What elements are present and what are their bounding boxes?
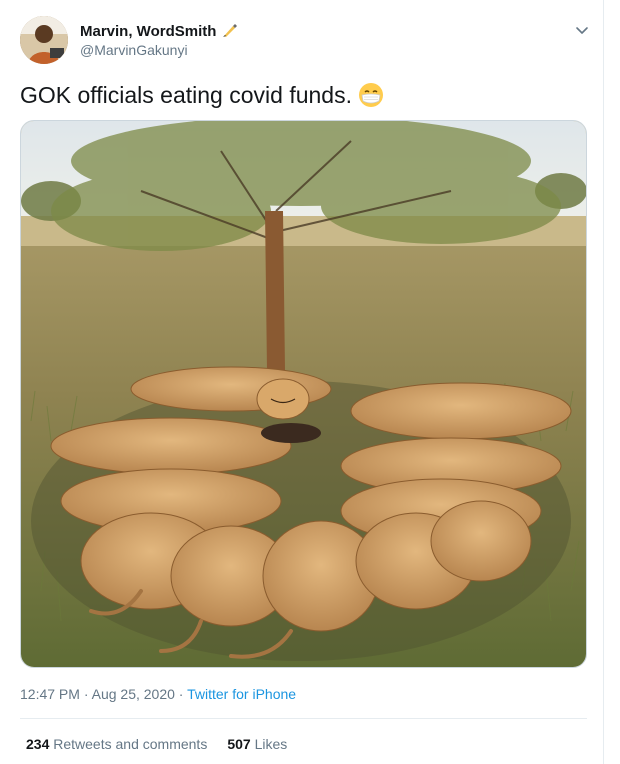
- tweet-photo[interactable]: [20, 120, 587, 668]
- writing-hand-icon: [222, 22, 238, 42]
- tweet-card: Marvin, WordSmith @MarvinGakunyi GOK off…: [0, 0, 604, 764]
- tweet-text-content: GOK officials eating covid funds.: [20, 82, 352, 108]
- tweet-meta: 12:47 PM · Aug 25, 2020 · Twitter for iP…: [20, 686, 296, 702]
- retweets-stat[interactable]: 234 Retweets and comments: [26, 736, 207, 752]
- meta-separator: ·: [174, 686, 188, 702]
- retweets-count: 234: [26, 736, 50, 752]
- tweet-source-link[interactable]: Twitter for iPhone: [187, 686, 296, 702]
- retweets-label: Retweets and comments: [53, 736, 208, 752]
- tweet-time[interactable]: 12:47 PM: [20, 686, 80, 702]
- display-name-text: Marvin, WordSmith: [80, 23, 217, 40]
- divider: [20, 718, 587, 719]
- display-name[interactable]: Marvin, WordSmith: [80, 22, 238, 42]
- chevron-down-icon[interactable]: [574, 22, 590, 38]
- likes-stat[interactable]: 507 Likes: [227, 736, 287, 752]
- tweet-text: GOK officials eating covid funds.: [20, 82, 384, 114]
- tweet-date[interactable]: Aug 25, 2020: [92, 686, 175, 702]
- tweet-stats: 234 Retweets and comments 507 Likes: [26, 736, 287, 752]
- avatar[interactable]: [20, 16, 68, 64]
- meta-separator: ·: [79, 686, 92, 702]
- tweet-header: Marvin, WordSmith @MarvinGakunyi: [20, 14, 592, 64]
- likes-count: 507: [227, 736, 251, 752]
- handle[interactable]: @MarvinGakunyi: [80, 42, 188, 58]
- likes-label: Likes: [254, 736, 288, 752]
- face-with-medical-mask-icon: [358, 82, 384, 114]
